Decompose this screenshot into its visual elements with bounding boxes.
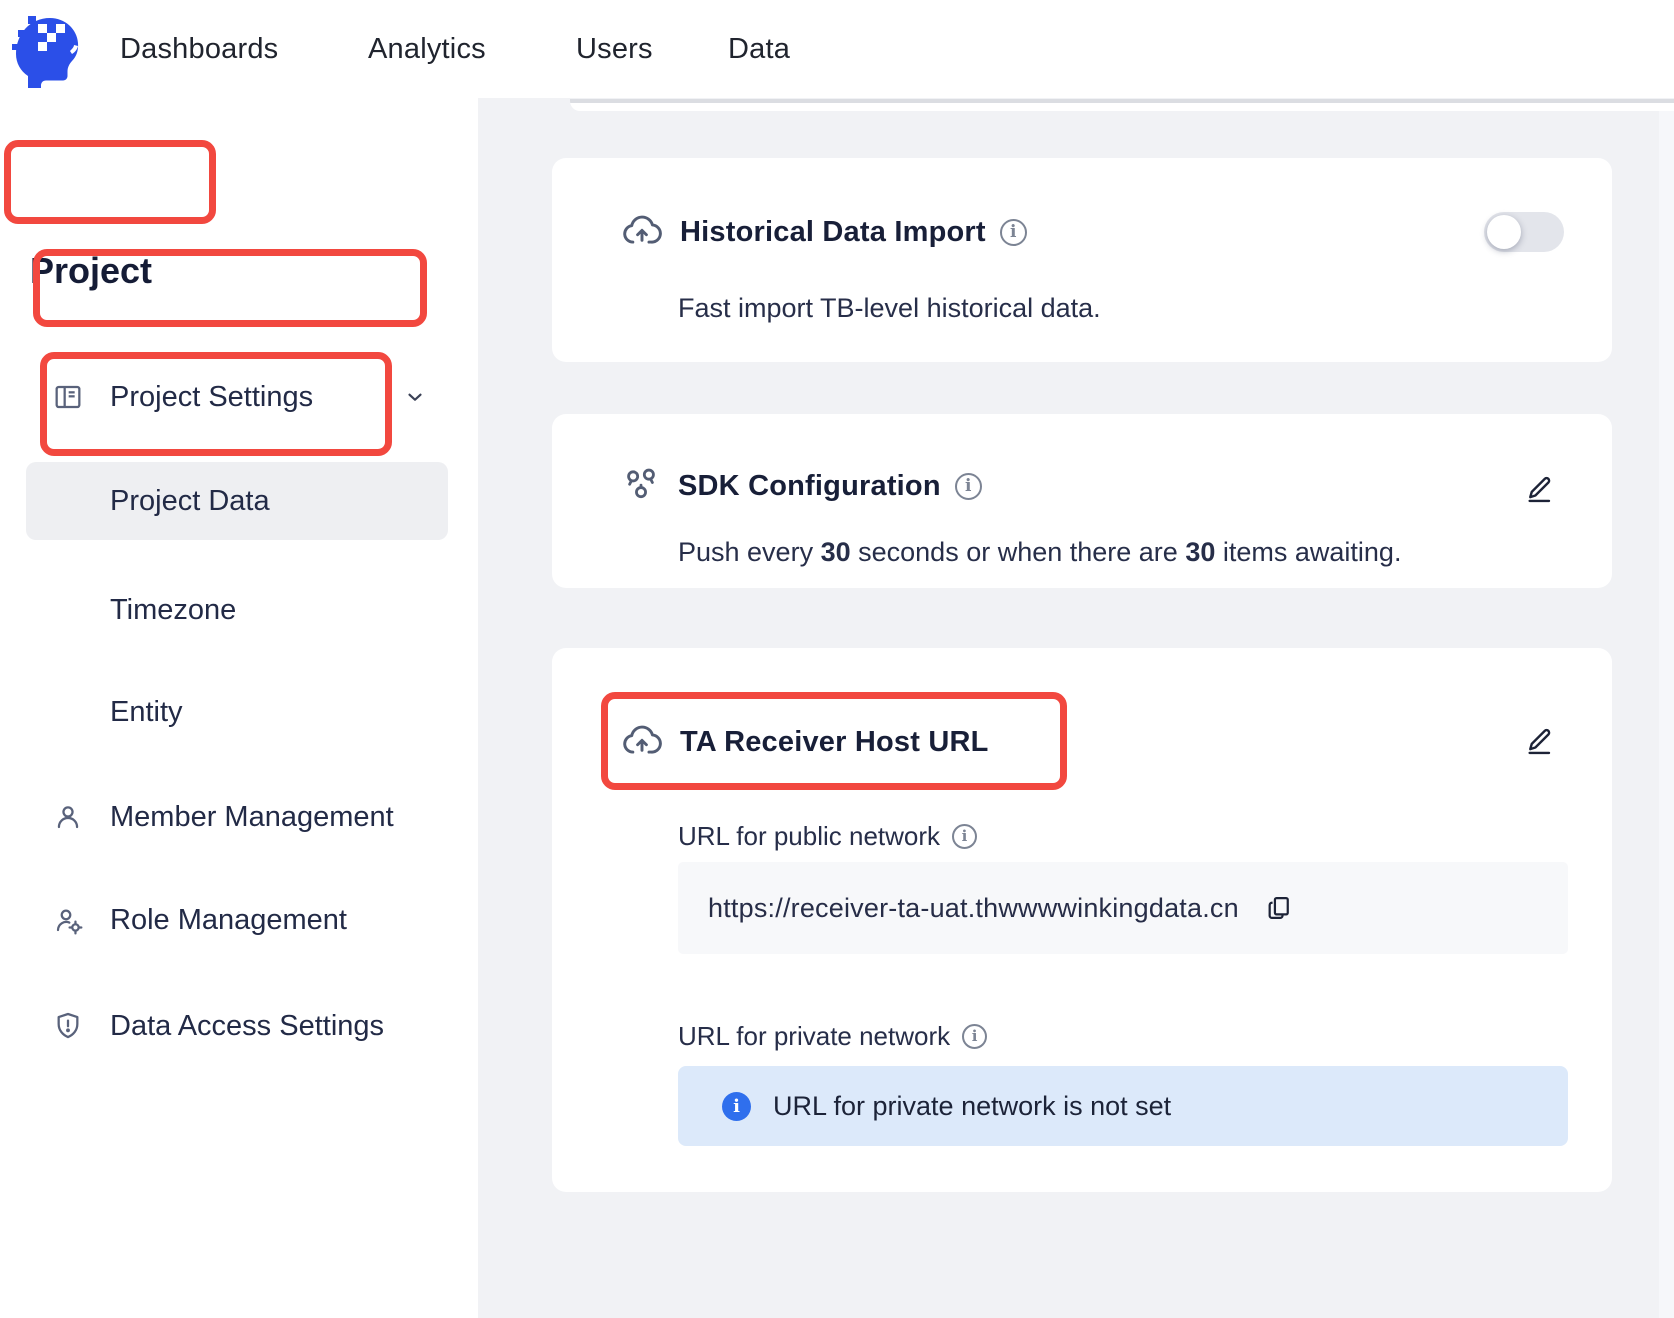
scrolled-card-edge — [570, 99, 1674, 111]
public-url-field: https://receiver-ta-uat.thwwwwinkingdata… — [678, 862, 1568, 954]
private-url-label-row: URL for private network i — [678, 1020, 987, 1052]
card-title: SDK Configuration — [678, 470, 941, 503]
field-label-text: URL for public network — [678, 821, 940, 852]
panel-layout-icon — [52, 381, 84, 413]
shield-alert-icon — [52, 1010, 84, 1042]
copy-icon[interactable] — [1265, 894, 1293, 922]
historical-import-toggle[interactable] — [1484, 212, 1564, 252]
sidebar-item-project-settings[interactable]: Project Settings — [0, 368, 478, 426]
sidebar-item-role-management[interactable]: Role Management — [0, 891, 478, 949]
sidebar-item-label: Timezone — [110, 594, 236, 627]
sidebar-heading-project: Project — [30, 250, 152, 292]
card-title: Historical Data Import — [680, 216, 986, 249]
sidebar-item-project-data[interactable]: Project Data — [26, 462, 448, 540]
card-description: Push every 30 seconds or when there are … — [678, 537, 1401, 568]
sidebar-item-label: Entity — [110, 696, 183, 729]
info-icon[interactable]: i — [1000, 219, 1027, 246]
public-url-value: https://receiver-ta-uat.thwwwwinkingdata… — [708, 893, 1239, 924]
card-description: Fast import TB-level historical data. — [678, 293, 1101, 324]
sidebar-item-label: Project Settings — [110, 381, 313, 414]
nav-item-analytics[interactable]: Analytics — [368, 0, 486, 98]
thinkingdata-logo-icon[interactable] — [8, 8, 86, 90]
top-nav: Dashboards Analytics Users Data — [0, 0, 1674, 98]
info-icon[interactable]: i — [962, 1024, 987, 1049]
scrollbar-track[interactable] — [1659, 111, 1674, 1318]
sidebar-item-member-management[interactable]: Member Management — [0, 788, 478, 846]
toggle-knob — [1487, 215, 1521, 249]
info-icon[interactable]: i — [952, 824, 977, 849]
edit-pencil-icon[interactable] — [1524, 726, 1554, 756]
sidebar-item-label: Role Management — [110, 904, 347, 937]
person-gear-icon — [52, 904, 84, 936]
cloud-upload-icon — [620, 720, 664, 764]
sidebar-item-label: Project Data — [110, 485, 270, 518]
sidebar-item-timezone[interactable]: Timezone — [0, 581, 478, 639]
sidebar-item-entity[interactable]: Entity — [0, 683, 478, 741]
nav-item-data[interactable]: Data — [728, 0, 790, 98]
info-filled-icon: i — [722, 1092, 751, 1121]
sdk-configuration-card: SDK Configuration i Push every 30 second… — [552, 414, 1612, 588]
sidebar-item-data-access-settings[interactable]: Data Access Settings — [0, 997, 478, 1055]
ta-receiver-host-url-card: TA Receiver Host URL URL for public netw… — [552, 648, 1612, 1192]
historical-data-import-card: Historical Data Import i Fast import TB-… — [552, 158, 1612, 362]
card-title: TA Receiver Host URL — [680, 726, 989, 759]
public-url-label-row: URL for public network i — [678, 820, 977, 852]
sdk-nodes-icon — [620, 465, 662, 507]
field-label-text: URL for private network — [678, 1021, 950, 1052]
private-url-not-set-alert: i URL for private network is not set — [678, 1066, 1568, 1146]
nav-item-dashboards[interactable]: Dashboards — [120, 0, 278, 98]
alert-text: URL for private network is not set — [773, 1091, 1171, 1122]
sidebar-item-label: Member Management — [110, 801, 394, 834]
info-icon[interactable]: i — [955, 473, 982, 500]
sidebar-item-label: Data Access Settings — [110, 1010, 384, 1043]
sidebar: Project Project Settings Project Data Ti… — [0, 98, 478, 1318]
edit-pencil-icon[interactable] — [1524, 474, 1554, 504]
main-content: Historical Data Import i Fast import TB-… — [478, 98, 1674, 1318]
chevron-down-icon — [404, 386, 426, 408]
person-icon — [52, 801, 84, 833]
cloud-upload-icon — [620, 210, 664, 254]
nav-item-users[interactable]: Users — [576, 0, 653, 98]
